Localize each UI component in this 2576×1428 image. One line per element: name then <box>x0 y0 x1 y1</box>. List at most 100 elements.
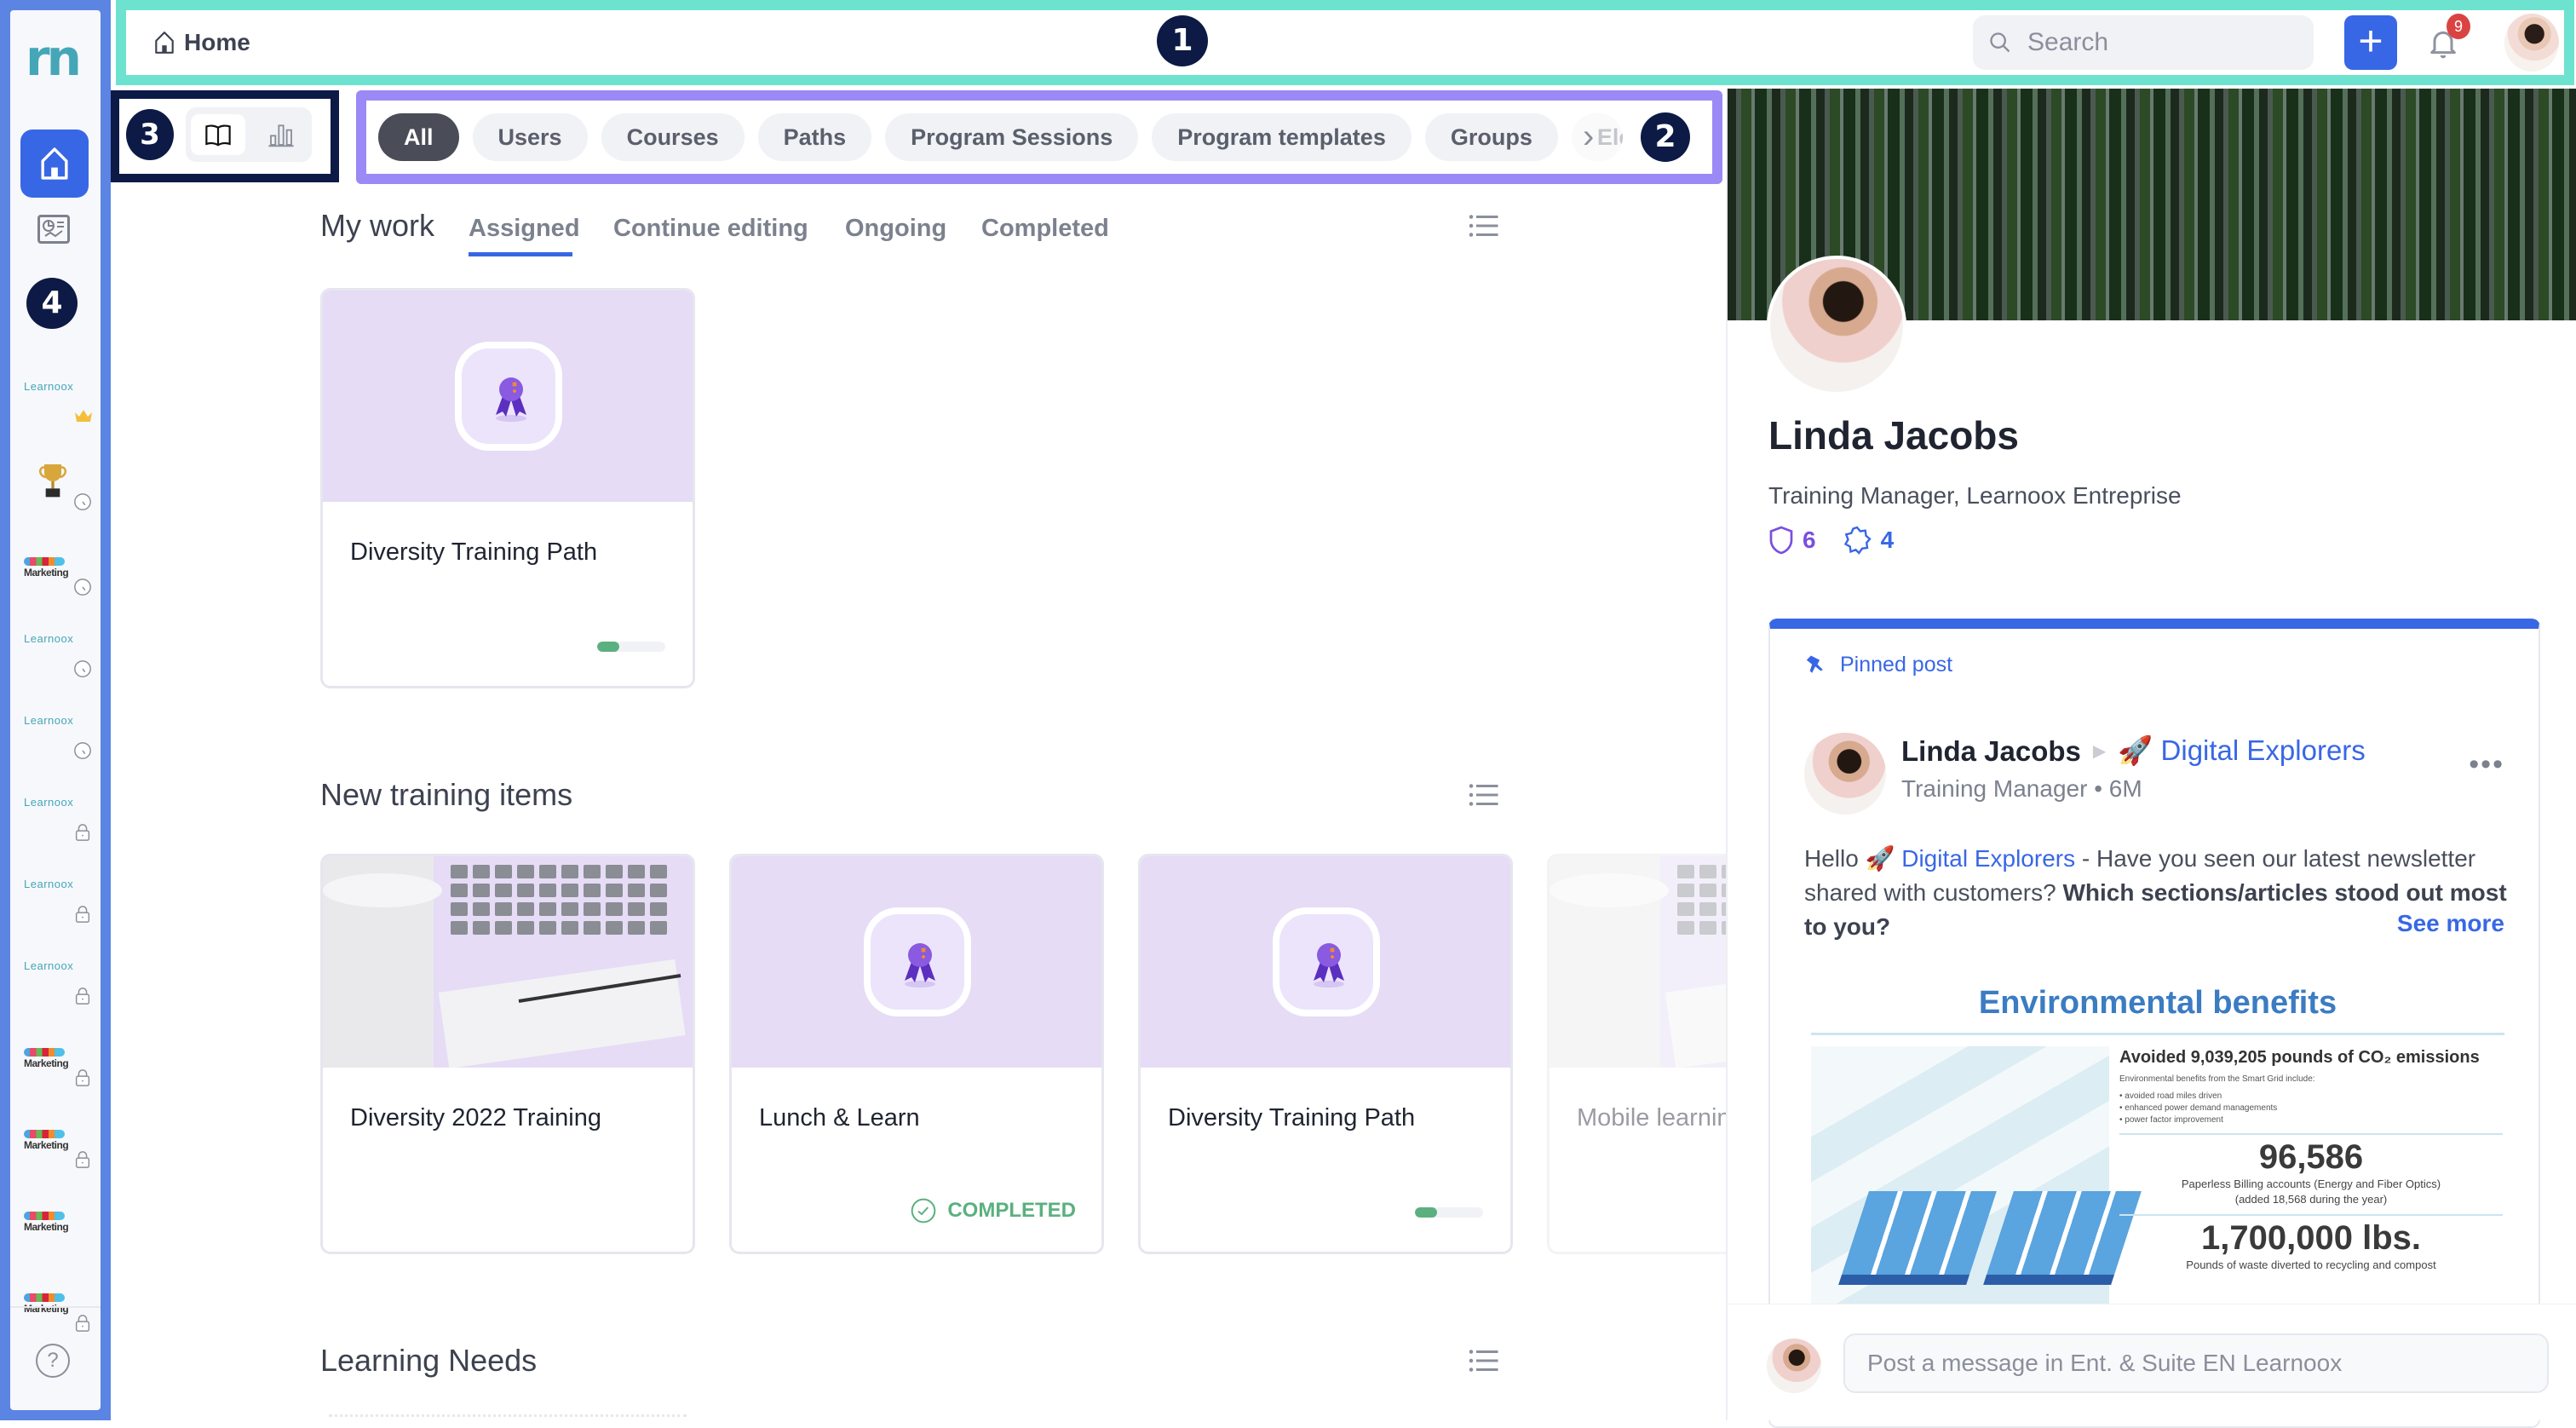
search-icon <box>1990 32 2010 53</box>
card-thumbnail <box>732 856 1101 1068</box>
tab-completed[interactable]: Completed <box>981 215 1109 243</box>
filter-pill-courses[interactable]: Courses <box>601 113 745 161</box>
post-mention-link[interactable]: 🚀 Digital Explorers <box>1866 845 2076 872</box>
active-tab-indicator <box>469 252 572 256</box>
filter-pill-program-templates[interactable]: Program templates <box>1152 113 1412 161</box>
list-view-icon[interactable] <box>1469 782 1499 808</box>
sidebar-item-workspace-marketing-4[interactable]: Marketing <box>24 1200 92 1251</box>
profile-stats: 6 4 <box>1768 525 1894 556</box>
filter-pill-groups[interactable]: Groups <box>1424 113 1558 161</box>
award-ribbon-icon <box>905 943 935 988</box>
marketing-logo: Marketing <box>24 557 69 579</box>
filter-bar-outline: All Users Courses Paths Program Sessions Prog… <box>356 90 1722 184</box>
infographic-stats: Avoided 9,039,205 pounds of CO₂ emission… <box>2119 1046 2503 1273</box>
infographic-rule <box>2119 1214 2503 1216</box>
profile-avatar[interactable] <box>1767 256 1906 395</box>
award-ribbon-icon <box>496 377 526 422</box>
sidebar-divider <box>10 1306 101 1308</box>
book-icon <box>205 124 231 147</box>
help-icon[interactable]: ? <box>36 1344 70 1378</box>
profile-name[interactable]: Linda Jacobs <box>1768 412 2019 458</box>
home-icon <box>155 32 174 54</box>
user-avatar[interactable] <box>2504 14 2559 72</box>
sidebar: rn 4 Learnoox Marketing Learnoox Learnoox Le… <box>0 0 111 1420</box>
meta-separator: • <box>2094 775 2109 802</box>
sidebar-item-workspace-marketing-1[interactable]: Marketing <box>24 545 92 596</box>
learnoox-logo: Learnoox <box>24 714 74 727</box>
profile-role: Training Manager, Learnoox Entreprise <box>1768 482 2182 509</box>
tab-continue-editing[interactable]: Continue editing <box>613 215 808 243</box>
chevron-right-icon[interactable]: › <box>1583 118 1594 156</box>
progress-bar <box>597 642 665 652</box>
desk-photo <box>323 856 686 1068</box>
sidebar-item-workspace-learnoox-6[interactable]: Learnoox <box>24 954 92 1005</box>
profile-panel: Linda Jacobs Training Manager, Learnoox … <box>1726 89 2576 1428</box>
infographic-headline: Avoided 9,039,205 pounds of CO₂ emission… <box>2119 1048 2480 1067</box>
shield-icon <box>1769 526 1793 555</box>
sidebar-item-home[interactable] <box>20 130 89 198</box>
post-meta: Training Manager • 6M <box>1901 775 2142 803</box>
training-card[interactable]: Lunch & Learn COMPLETED <box>729 854 1104 1254</box>
clock-icon <box>73 659 92 678</box>
sidebar-item-workspace-learnoox-3[interactable]: Learnoox <box>24 709 92 760</box>
analytics-view-button[interactable] <box>256 114 307 155</box>
list-view-icon[interactable] <box>1469 1348 1499 1373</box>
dashboard-icon[interactable] <box>37 215 70 244</box>
learnoox-logo: Learnoox <box>24 380 74 393</box>
infographic-stat-value: 96,586 <box>2258 1138 2364 1176</box>
sidebar-item-workspace-marketing-3[interactable]: Marketing <box>24 1118 92 1169</box>
marketing-logo: Marketing <box>24 1130 69 1151</box>
training-card[interactable]: Diversity Training Path <box>320 288 695 688</box>
create-button[interactable]: + <box>2344 15 2397 70</box>
crown-icon <box>73 407 92 426</box>
sidebar-item-workspace-learnoox-2[interactable]: Learnoox <box>24 627 92 678</box>
card-title: Diversity Training Path <box>350 538 598 566</box>
progress-fill <box>1415 1207 1438 1218</box>
training-card[interactable]: Diversity Training Path <box>1138 854 1513 1254</box>
post-author[interactable]: Linda Jacobs <box>1901 735 2081 768</box>
learning-needs-placeholder <box>329 1414 687 1417</box>
breadcrumb-home[interactable]: Home <box>184 29 250 56</box>
solar-panels-illustration <box>1811 1046 2142 1327</box>
badges-stat[interactable]: 6 <box>1768 525 1816 556</box>
sidebar-item-workspace-learnoox-5[interactable]: Learnoox <box>24 872 92 924</box>
bar-chart-icon <box>268 124 294 147</box>
list-view-icon[interactable] <box>1469 213 1499 239</box>
filter-pill-all[interactable]: All <box>378 113 459 161</box>
training-card[interactable]: Diversity 2022 Training <box>320 854 695 1254</box>
infographic-stat-value: 1,700,000 lbs. <box>2201 1219 2421 1257</box>
certificates-stat[interactable]: 4 <box>1842 525 1894 556</box>
check-circle-icon <box>911 1198 936 1224</box>
pinned-label: Pinned post <box>1804 653 1952 677</box>
filter-pill-users[interactable]: Users <box>472 113 588 161</box>
card-thumbnail <box>323 856 693 1068</box>
tab-assigned[interactable]: Assigned <box>469 215 580 243</box>
view-toggle-outline: 3 <box>111 90 339 182</box>
lock-icon <box>73 1150 92 1169</box>
lock-icon <box>73 823 92 842</box>
breadcrumb[interactable]: Home <box>153 29 250 56</box>
sidebar-item-workspace-marketing-2[interactable]: Marketing <box>24 1036 92 1087</box>
sidebar-item-workspace-learnoox-1[interactable]: Learnoox <box>24 375 92 426</box>
sidebar-item-workspace-learnoox-4[interactable]: Learnoox <box>24 791 92 842</box>
infographic-bullet: • enhanced power demand managements <box>2119 1103 2278 1113</box>
filter-pill-paths[interactable]: Paths <box>757 113 872 161</box>
callout-3: 3 <box>126 109 174 160</box>
post-author-avatar[interactable] <box>1804 733 1886 815</box>
tab-ongoing[interactable]: Ongoing <box>845 215 946 243</box>
learning-needs-title: Learning Needs <box>320 1343 538 1378</box>
solar-panel <box>1838 1191 1997 1285</box>
filter-pill-program-sessions[interactable]: Program Sessions <box>885 113 1139 161</box>
sidebar-item-workspace-trophy[interactable] <box>24 460 92 511</box>
post-group-link[interactable]: 🚀 Digital Explorers <box>2118 734 2366 768</box>
post-image-infographic[interactable]: Environmental benefits Avoided 9,039,205… <box>1804 978 2511 1327</box>
solar-panel <box>1983 1191 2142 1285</box>
more-options-icon[interactable]: ••• <box>2469 748 2504 781</box>
search-input[interactable]: Search <box>1973 15 2314 70</box>
pinned-post-label: Pinned post <box>1840 653 1953 677</box>
app-logo[interactable]: rn <box>26 29 82 87</box>
see-more-link[interactable]: See more <box>2397 910 2504 937</box>
learning-view-button[interactable] <box>191 114 245 155</box>
post-message-input[interactable]: Post a message in Ent. & Suite EN Learno… <box>1843 1333 2549 1393</box>
filter-pill-elements[interactable]: Elements <box>1571 113 1623 161</box>
